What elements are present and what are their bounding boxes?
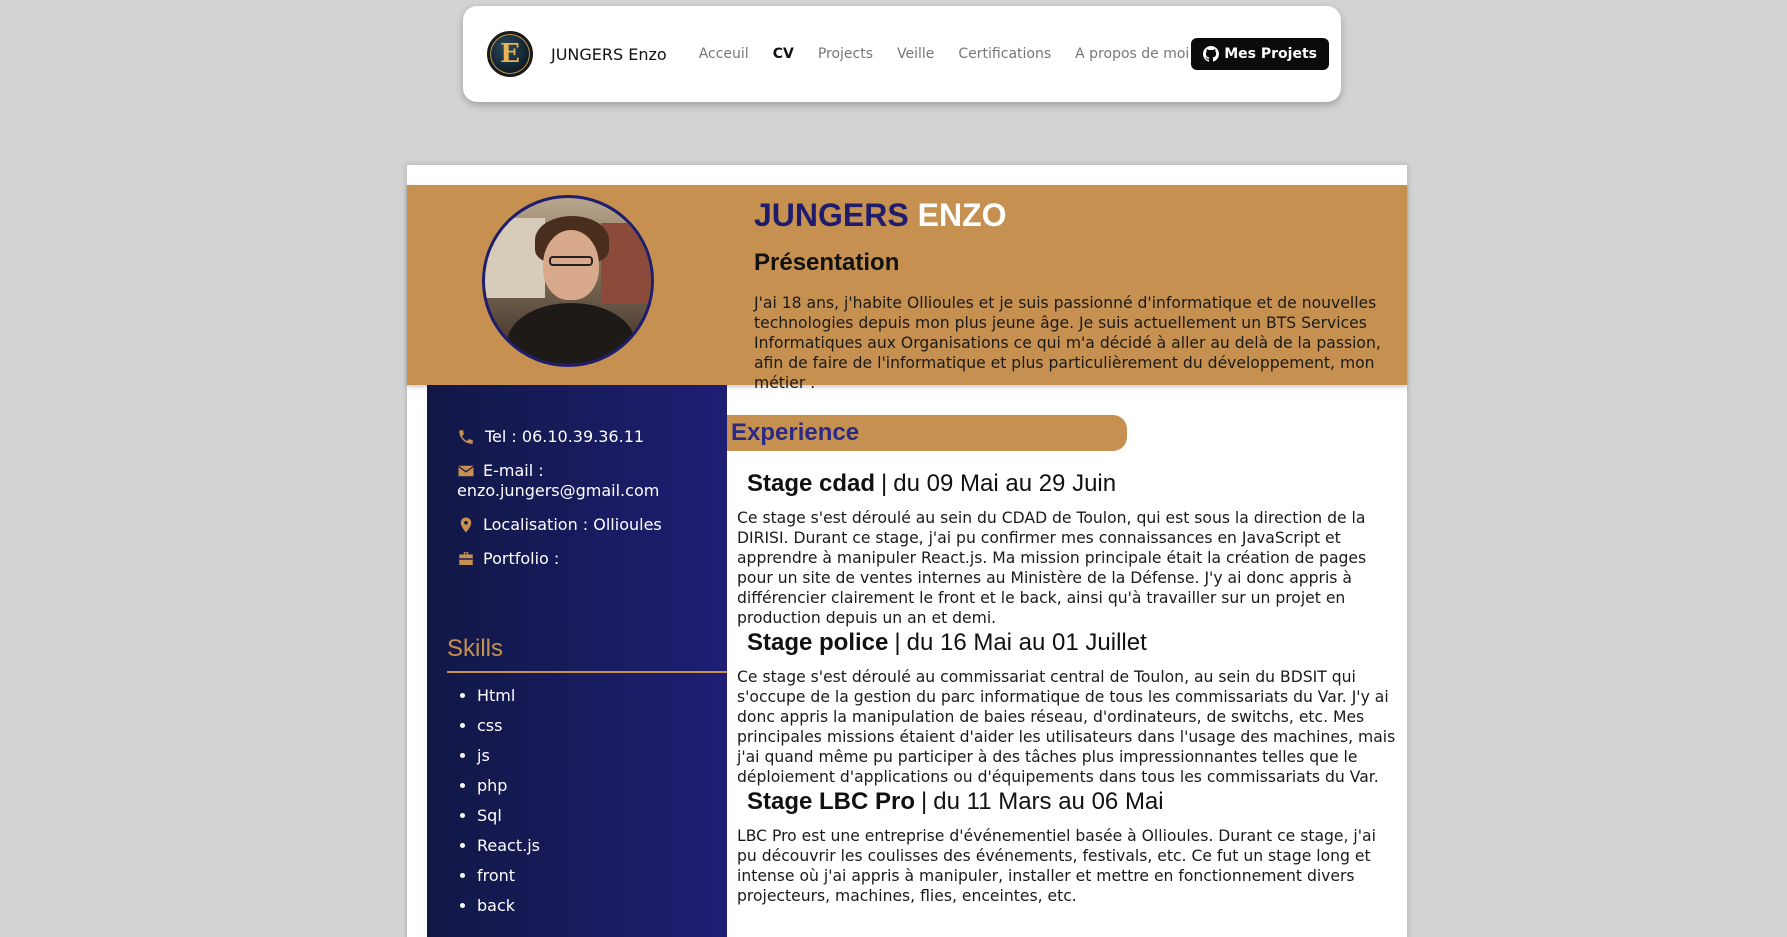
- contact-email: E-mail :: [457, 461, 717, 481]
- experience-banner: Experience: [727, 415, 1127, 451]
- cv-header: JUNGERS ENZO Présentation J'ai 18 ans, j…: [407, 185, 1407, 392]
- skill-item: back: [477, 891, 540, 921]
- github-icon: [1203, 46, 1220, 62]
- experience-description: Ce stage s'est déroulé au sein du CDAD d…: [737, 509, 1367, 627]
- brand-name[interactable]: JUNGERS Enzo: [551, 45, 667, 64]
- contact-location: Localisation : Ollioules: [457, 515, 717, 535]
- first-name: JUNGERS: [754, 197, 909, 233]
- skill-item: front: [477, 861, 540, 891]
- cv-page: JUNGERS ENZO Présentation J'ai 18 ans, j…: [407, 165, 1407, 937]
- github-button-label: Mes Projets: [1224, 46, 1317, 62]
- phone-icon: [459, 430, 473, 444]
- experience-item: Stage cdad | du 09 Mai au 29 Juin Ce stage…: [737, 470, 1399, 628]
- profile-photo: [482, 195, 654, 367]
- nav-link-veille[interactable]: Veille: [897, 46, 934, 62]
- skill-item: React.js: [477, 831, 540, 861]
- sidebar: Tel : 06.10.39.36.11 E-mail : enzo.junge…: [427, 385, 727, 937]
- nav-link-certifications[interactable]: Certifications: [958, 46, 1051, 62]
- presentation-title: Présentation: [754, 249, 900, 276]
- skills-list: Html css js php Sql React.js front back: [477, 681, 540, 921]
- experience-heading: Stage police | du 16 Mai au 01 Juillet: [747, 629, 1147, 656]
- contact-portfolio: Portfolio :: [457, 549, 717, 569]
- envelope-icon: [458, 465, 474, 477]
- skill-item: Html: [477, 681, 540, 711]
- email-address[interactable]: enzo.jungers@gmail.com: [457, 481, 717, 501]
- experience-item: Stage police | du 16 Mai au 01 Juillet Ce …: [737, 629, 1399, 787]
- presentation-text: J'ai 18 ans, j'habite Ollioules et je su…: [754, 294, 1381, 392]
- skills-title: Skills: [447, 635, 504, 662]
- briefcase-icon: [459, 552, 473, 565]
- skill-item: Sql: [477, 801, 540, 831]
- skill-item: php: [477, 771, 540, 801]
- nav-link-cv[interactable]: CV: [773, 46, 794, 62]
- top-navbar: E JUNGERS Enzo Acceuil CV Projects Veill…: [463, 6, 1341, 102]
- experience-title: Experience: [731, 419, 860, 446]
- experience-heading: Stage cdad | du 09 Mai au 29 Juin: [747, 470, 1117, 497]
- skill-item: css: [477, 711, 540, 741]
- contact-info: Tel : 06.10.39.36.11 E-mail : enzo.junge…: [457, 427, 717, 583]
- nav-link-projects[interactable]: Projects: [818, 46, 873, 62]
- experience-item: Stage LBC Pro | du 11 Mars au 06 Mai LBC P…: [737, 788, 1399, 906]
- cv-name: JUNGERS ENZO: [754, 197, 1006, 234]
- experience-description: Ce stage s'est déroulé au commissariat c…: [737, 668, 1396, 786]
- experience-description: LBC Pro est une entreprise d'événementie…: [737, 827, 1376, 905]
- experience-heading: Stage LBC Pro | du 11 Mars au 06 Mai: [747, 788, 1164, 815]
- skills-divider: [447, 671, 727, 673]
- nav-links: Acceuil CV Projects Veille Certification…: [699, 46, 1190, 62]
- logo-icon[interactable]: E: [487, 31, 533, 77]
- skill-item: js: [477, 741, 540, 771]
- nav-link-acceuil[interactable]: Acceuil: [699, 46, 749, 62]
- last-name: ENZO: [917, 197, 1007, 233]
- github-projects-button[interactable]: Mes Projets: [1191, 38, 1329, 70]
- nav-link-about[interactable]: A propos de moi: [1075, 46, 1189, 62]
- map-pin-icon: [460, 517, 472, 533]
- contact-phone: Tel : 06.10.39.36.11: [457, 427, 717, 447]
